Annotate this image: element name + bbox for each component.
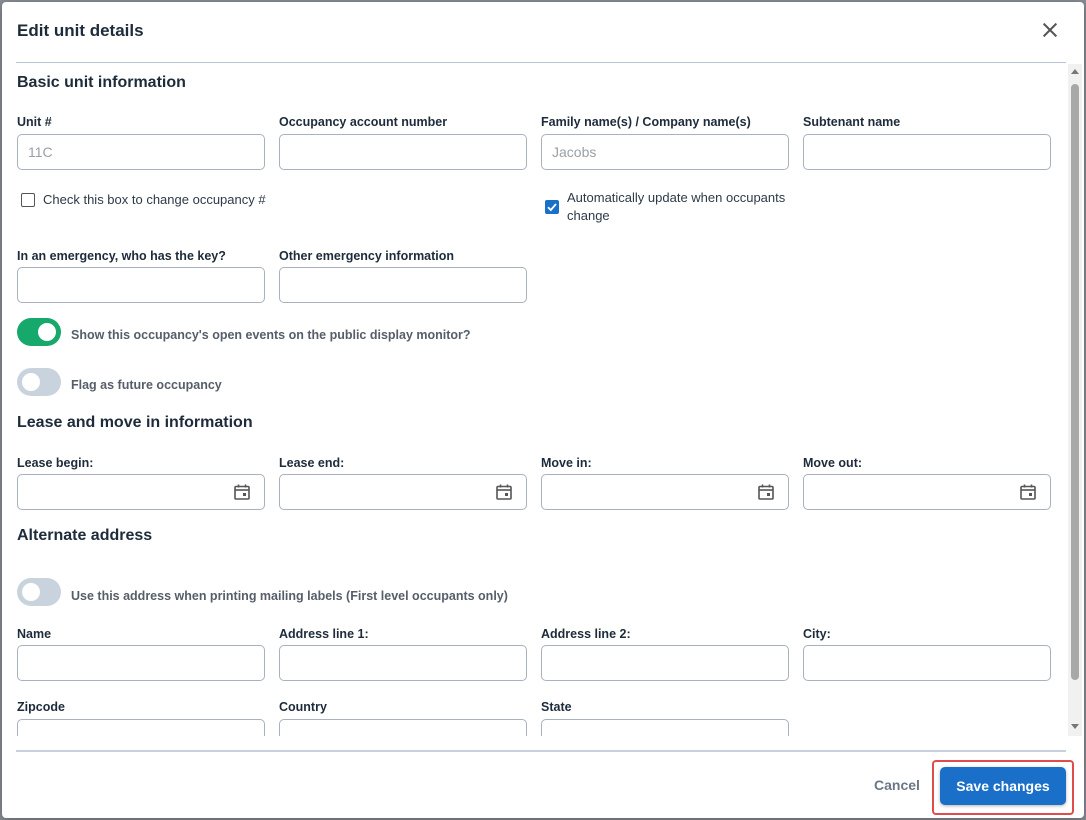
address-line1-label: Address line 1:: [279, 627, 369, 641]
family-name-input[interactable]: [541, 134, 789, 170]
address-line1-input[interactable]: [279, 645, 527, 681]
emergency-key-label: In an emergency, who has the key?: [17, 249, 226, 263]
move-out-input[interactable]: [803, 474, 1051, 510]
auto-update-label-line1: Automatically update when occupants: [567, 190, 786, 205]
scroll-down-arrow-icon[interactable]: [1071, 724, 1079, 729]
cancel-button[interactable]: Cancel: [862, 772, 932, 798]
emergency-key-input[interactable]: [17, 267, 265, 303]
dialog-title: Edit unit details: [17, 21, 144, 40]
subtenant-input[interactable]: [803, 134, 1051, 170]
footer-divider: [16, 750, 1066, 752]
future-occupancy-label: Flag as future occupancy: [71, 378, 222, 392]
zipcode-label: Zipcode: [17, 700, 65, 714]
lease-begin-input[interactable]: [17, 474, 265, 510]
address-line2-input[interactable]: [541, 645, 789, 681]
public-display-toggle[interactable]: [17, 318, 61, 346]
city-label: City:: [803, 627, 831, 641]
subtenant-label: Subtenant name: [803, 115, 901, 129]
other-emergency-input[interactable]: [279, 267, 527, 303]
checkmark-icon: [547, 203, 557, 212]
lease-end-label: Lease end:: [279, 456, 345, 470]
occupancy-account-label: Occupancy account number: [279, 115, 448, 129]
zipcode-input[interactable]: [17, 719, 265, 736]
lease-end-input[interactable]: [279, 474, 527, 510]
mailing-labels-label: Use this address when printing mailing l…: [71, 589, 508, 603]
other-emergency-label: Other emergency information: [279, 249, 455, 263]
state-input[interactable]: [541, 719, 789, 736]
public-display-label: Show this occupancy's open events on the…: [71, 328, 471, 342]
address-line2-label: Address line 2:: [541, 627, 631, 641]
lease-begin-label: Lease begin:: [17, 456, 94, 470]
change-occupancy-label: Check this box to change occupancy #: [43, 192, 266, 207]
section-title-alternate: Alternate address: [17, 527, 153, 544]
auto-update-label: Automatically update when occupants chan…: [567, 189, 785, 225]
calendar-icon[interactable]: [757, 483, 775, 501]
dialog-body[interactable]: Basic unit information Unit # Occupancy …: [2, 64, 1084, 736]
auto-update-label-line2: change: [567, 208, 610, 223]
edit-unit-dialog: Edit unit details Basic unit information…: [2, 2, 1084, 818]
scrollbar-thumb[interactable]: [1071, 84, 1079, 680]
section-title-lease: Lease and move in information: [17, 414, 253, 431]
section-title-basic: Basic unit information: [17, 74, 186, 91]
move-in-input[interactable]: [541, 474, 789, 510]
auto-update-checkbox[interactable]: [545, 200, 559, 214]
alt-name-input[interactable]: [17, 645, 265, 681]
country-label: Country: [279, 700, 327, 714]
mailing-labels-toggle[interactable]: [17, 578, 61, 606]
calendar-icon[interactable]: [495, 483, 513, 501]
change-occupancy-checkbox[interactable]: [21, 193, 35, 207]
close-icon[interactable]: [1038, 18, 1062, 42]
alt-name-label: Name: [17, 627, 52, 641]
unit-number-label: Unit #: [17, 115, 52, 129]
occupancy-account-input[interactable]: [279, 134, 527, 170]
calendar-icon[interactable]: [1019, 483, 1037, 501]
unit-number-input[interactable]: [17, 134, 265, 170]
move-out-label: Move out:: [803, 456, 863, 470]
save-changes-button[interactable]: Save changes: [940, 767, 1066, 805]
city-input[interactable]: [803, 645, 1051, 681]
toggle-knob: [38, 323, 56, 341]
toggle-knob: [22, 583, 40, 601]
state-label: State: [541, 700, 572, 714]
family-name-label: Family name(s) / Company name(s): [541, 115, 751, 129]
header-divider: [16, 62, 1066, 63]
move-in-label: Move in:: [541, 456, 592, 470]
toggle-knob: [22, 373, 40, 391]
country-input[interactable]: [279, 719, 527, 736]
future-occupancy-toggle[interactable]: [17, 368, 61, 396]
calendar-icon[interactable]: [233, 483, 251, 501]
scroll-up-arrow-icon[interactable]: [1071, 69, 1079, 74]
